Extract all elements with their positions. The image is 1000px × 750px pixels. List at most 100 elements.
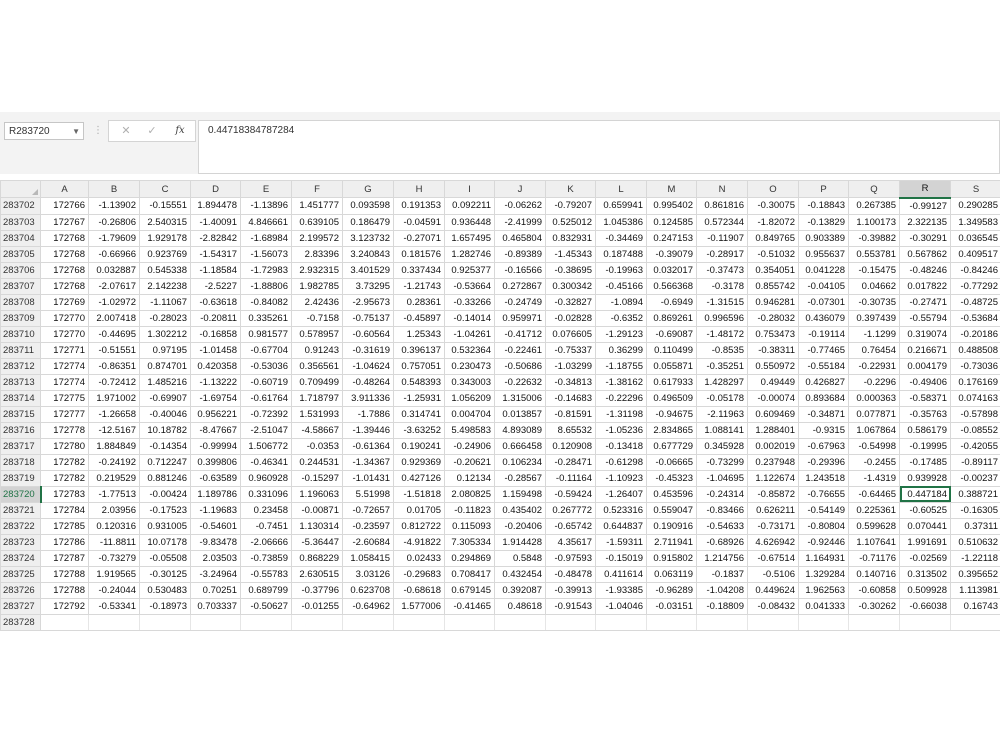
cell[interactable]: -1.22118 [950,549,1000,567]
cell[interactable]: -0.59424 [545,485,596,503]
cell[interactable]: 172766 [40,197,89,215]
cell[interactable]: 1.243518 [798,469,849,487]
cell[interactable]: -0.89389 [494,245,546,263]
cell[interactable]: -0.27471 [899,293,951,311]
cell[interactable]: 0.219529 [88,469,140,487]
cell[interactable]: 2.83396 [291,245,343,263]
column-header-r[interactable]: R [899,180,951,199]
cell[interactable]: 0.996596 [696,309,748,327]
row-header[interactable]: 283727 [0,597,41,615]
cell[interactable]: 1.485216 [139,373,191,391]
cell[interactable]: -0.85872 [747,485,799,503]
cell[interactable]: -0.17485 [899,453,951,471]
cell[interactable]: 0.868229 [291,549,343,567]
column-header-b[interactable]: B [88,180,140,198]
cell[interactable]: -1.13222 [190,373,241,391]
cell[interactable]: -0.08432 [747,597,799,615]
row-header[interactable]: 283709 [0,309,41,327]
cell[interactable]: 0.426827 [798,373,849,391]
cell[interactable]: -0.6949 [646,293,697,311]
column-header-d[interactable]: D [190,180,241,198]
cell[interactable]: 0.12134 [444,469,495,487]
cell[interactable]: -0.67963 [798,437,849,455]
cell[interactable]: -0.18973 [139,597,191,615]
active-cell[interactable]: 0.447184 [899,485,951,503]
cell[interactable]: 0.074163 [950,389,1000,407]
cell[interactable]: -1.05236 [595,421,647,439]
cell[interactable]: -0.18809 [696,597,748,615]
cell[interactable]: -0.73279 [88,549,140,567]
cell[interactable]: 1.962563 [798,581,849,599]
cell[interactable]: 1.657495 [444,229,495,247]
cell[interactable]: -0.37473 [696,261,748,279]
row-header[interactable]: 283707 [0,277,41,295]
cell[interactable]: -11.8811 [88,533,140,551]
cell[interactable]: -0.24906 [444,437,495,455]
cell[interactable]: 0.093598 [342,197,394,215]
cell[interactable]: 1.428297 [696,373,748,391]
row-header[interactable]: 283715 [0,405,41,423]
cell[interactable]: 172770 [40,309,89,327]
cell[interactable]: -0.63618 [190,293,241,311]
cell[interactable]: 0.525012 [545,213,596,231]
cell[interactable]: -0.05508 [139,549,191,567]
cell[interactable]: 1.122674 [747,469,799,487]
cell[interactable]: -0.96289 [646,581,697,599]
cell[interactable]: -0.61764 [240,389,292,407]
cell[interactable]: -1.13896 [240,197,292,215]
row-header[interactable]: 283713 [0,373,41,391]
cell[interactable]: -0.23597 [342,517,394,535]
cell[interactable]: -0.19963 [595,261,647,279]
cell[interactable]: 3.911336 [342,389,394,407]
cell[interactable]: -0.29683 [393,565,445,583]
cell[interactable]: 0.181576 [393,245,445,263]
cell[interactable]: -0.48264 [342,373,394,391]
cell[interactable]: -0.92446 [798,533,849,551]
cell[interactable]: 0.16743 [950,597,1000,615]
cell[interactable]: 0.092211 [444,197,495,215]
cell[interactable]: -0.7451 [240,517,292,535]
cell[interactable]: 0.510632 [950,533,1000,551]
cell[interactable]: -0.2455 [848,453,900,471]
cell[interactable]: 0.000363 [848,389,900,407]
insert-function-icon[interactable]: fx [169,121,191,141]
cell[interactable]: -0.54998 [848,437,900,455]
cell[interactable]: -0.94675 [646,405,697,423]
cell[interactable]: -0.67514 [747,549,799,567]
row-header[interactable]: 283706 [0,261,41,279]
row-header[interactable]: 283705 [0,245,41,263]
cell[interactable]: 0.925377 [444,261,495,279]
cell[interactable]: -0.54601 [190,517,241,535]
cell[interactable]: 172792 [40,597,89,615]
column-header-l[interactable]: L [595,180,647,198]
cell[interactable]: 2.03503 [190,549,241,567]
column-header-m[interactable]: M [646,180,697,198]
cell[interactable]: 0.02433 [393,549,445,567]
cell[interactable]: 0.004179 [899,357,951,375]
cell[interactable]: 0.465804 [494,229,546,247]
cell[interactable]: 0.757051 [393,357,445,375]
cell[interactable]: 0.106234 [494,453,546,471]
cell[interactable]: 0.37311 [950,517,1000,535]
cell[interactable]: -0.2296 [848,373,900,391]
cell[interactable]: -0.20621 [444,453,495,471]
cell[interactable]: -0.7158 [291,309,343,327]
cell[interactable]: 0.956221 [190,405,241,423]
cell[interactable]: -0.37796 [291,581,343,599]
cell[interactable]: -0.0353 [291,437,343,455]
cell[interactable]: -0.55794 [899,309,951,327]
cell[interactable]: -1.21743 [393,277,445,295]
cell[interactable]: 0.453596 [646,485,697,503]
cell[interactable]: -0.15475 [848,261,900,279]
cell[interactable]: 172786 [40,533,89,551]
cell[interactable]: -2.06666 [240,533,292,551]
cell[interactable]: -0.06262 [494,197,546,215]
cell[interactable]: -0.20406 [494,517,546,535]
cell[interactable]: -0.27071 [393,229,445,247]
column-header-j[interactable]: J [494,180,546,198]
row-header[interactable]: 283714 [0,389,41,407]
cell[interactable]: 0.294869 [444,549,495,567]
cell[interactable]: -2.82842 [190,229,241,247]
cell[interactable]: -0.00237 [950,469,1000,487]
cell[interactable]: 2.540315 [139,213,191,231]
